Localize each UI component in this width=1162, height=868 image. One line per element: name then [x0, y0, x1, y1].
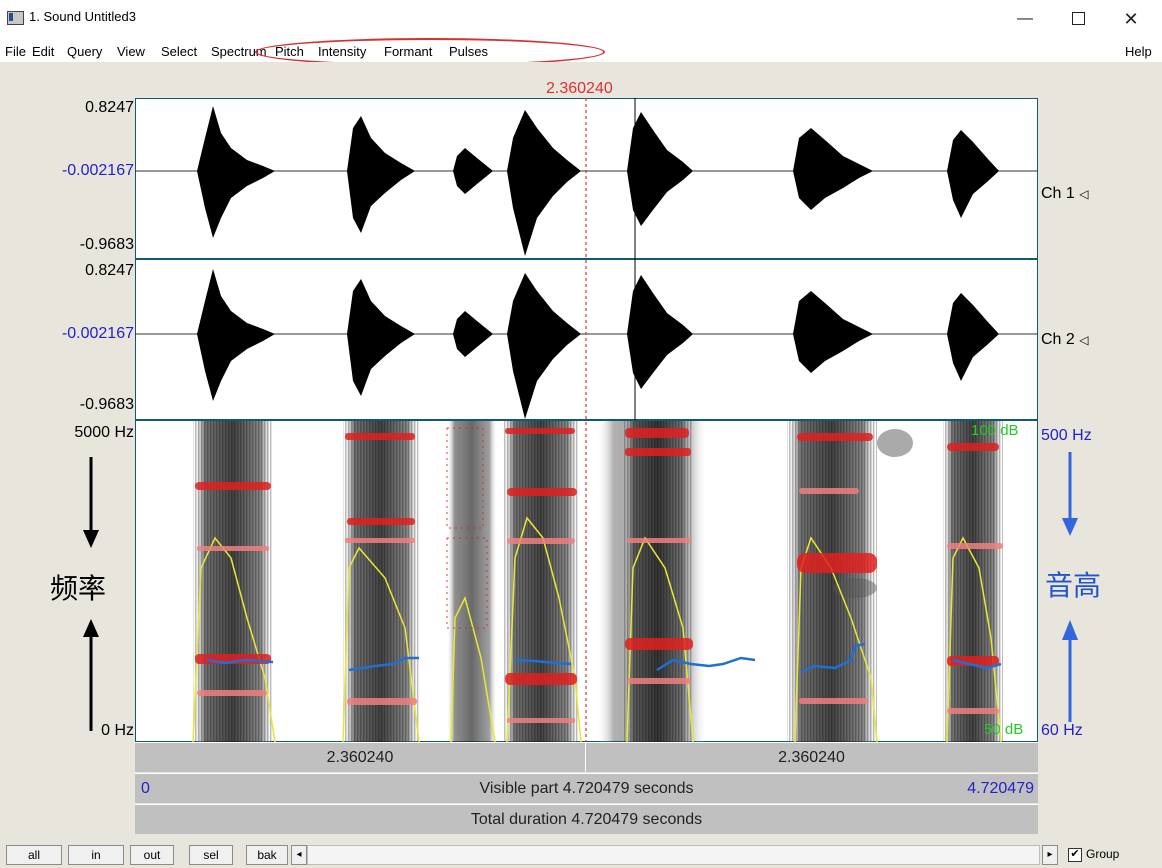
- visible-end: 4.720479: [967, 780, 1034, 797]
- window-title: 1. Sound Untitled3: [29, 9, 136, 24]
- frequency-arrows: [83, 457, 99, 731]
- cursor-time-label: 2.360240: [546, 80, 613, 97]
- ch2-max-label: 0.8247: [85, 262, 134, 279]
- speaker-icon: ◁: [1079, 187, 1089, 201]
- signal-drawing: 100 dB 50 dB: [135, 98, 1038, 742]
- ch2-min-label: -0.9683: [79, 396, 134, 413]
- menu-query[interactable]: Query: [67, 44, 102, 59]
- visible-part-label: Visible part 4.720479 seconds: [479, 780, 694, 797]
- zoom-in-button[interactable]: in: [68, 845, 124, 865]
- ch1-label: Ch 1 ◁: [1041, 185, 1089, 202]
- maximize-button[interactable]: [1055, 6, 1101, 32]
- zoom-selection-button[interactable]: sel: [189, 845, 233, 865]
- menu-edit[interactable]: Edit: [32, 44, 54, 59]
- group-checkbox[interactable]: ✔: [1068, 848, 1082, 862]
- speaker-icon: ◁: [1079, 333, 1089, 347]
- visible-part-bar[interactable]: 0 Visible part 4.720479 seconds 4.720479: [135, 773, 1038, 803]
- freq-bottom-label: 0 Hz: [101, 722, 134, 739]
- freq-top-label: 5000 Hz: [74, 424, 134, 441]
- title-bar: 1. Sound Untitled3 — ✕: [0, 0, 1162, 40]
- menu-file[interactable]: File: [5, 44, 26, 59]
- scroll-left-button[interactable]: ◂: [291, 845, 307, 865]
- menu-view[interactable]: View: [117, 44, 145, 59]
- total-duration-bar[interactable]: Total duration 4.720479 seconds: [135, 804, 1038, 834]
- pitch-top-label: 500 Hz: [1041, 427, 1092, 444]
- intensity-top-label: 100 dB: [971, 422, 1019, 439]
- zoom-back-button[interactable]: bak: [246, 845, 288, 865]
- maximize-icon: [1071, 12, 1085, 26]
- scroll-right-button[interactable]: ▸: [1042, 845, 1058, 865]
- close-button[interactable]: ✕: [1108, 6, 1154, 32]
- zoom-out-button[interactable]: out: [130, 845, 174, 865]
- signal-panel[interactable]: 100 dB 50 dB: [135, 98, 1038, 742]
- right-segment[interactable]: 2.360240: [587, 743, 1036, 772]
- horizontal-scrollbar[interactable]: [307, 845, 1040, 865]
- ch2-mid-label: -0.002167: [61, 325, 134, 342]
- ch1-min-label: -0.9683: [79, 236, 134, 253]
- bottom-toolbar: all in out sel bak ◂ ▸ ✔ Group: [0, 842, 1162, 868]
- minimize-button[interactable]: —: [1002, 6, 1048, 32]
- menu-select[interactable]: Select: [161, 44, 197, 59]
- intensity-bottom-label: 50 dB: [984, 721, 1023, 738]
- app-icon: [7, 11, 24, 25]
- ch1-mid-label: -0.002167: [61, 162, 134, 179]
- group-label: Group: [1086, 847, 1120, 861]
- left-segment[interactable]: 2.360240: [135, 743, 586, 772]
- cursor-segment-bar[interactable]: 2.360240 2.360240: [135, 742, 1038, 772]
- total-duration-label: Total duration 4.720479 seconds: [470, 811, 703, 828]
- pitch-arrows: [1062, 452, 1078, 722]
- ch2-label: Ch 2 ◁: [1041, 331, 1089, 348]
- zoom-all-button[interactable]: all: [6, 845, 62, 865]
- ch1-max-label: 0.8247: [85, 99, 134, 116]
- menu-help[interactable]: Help: [1125, 44, 1152, 59]
